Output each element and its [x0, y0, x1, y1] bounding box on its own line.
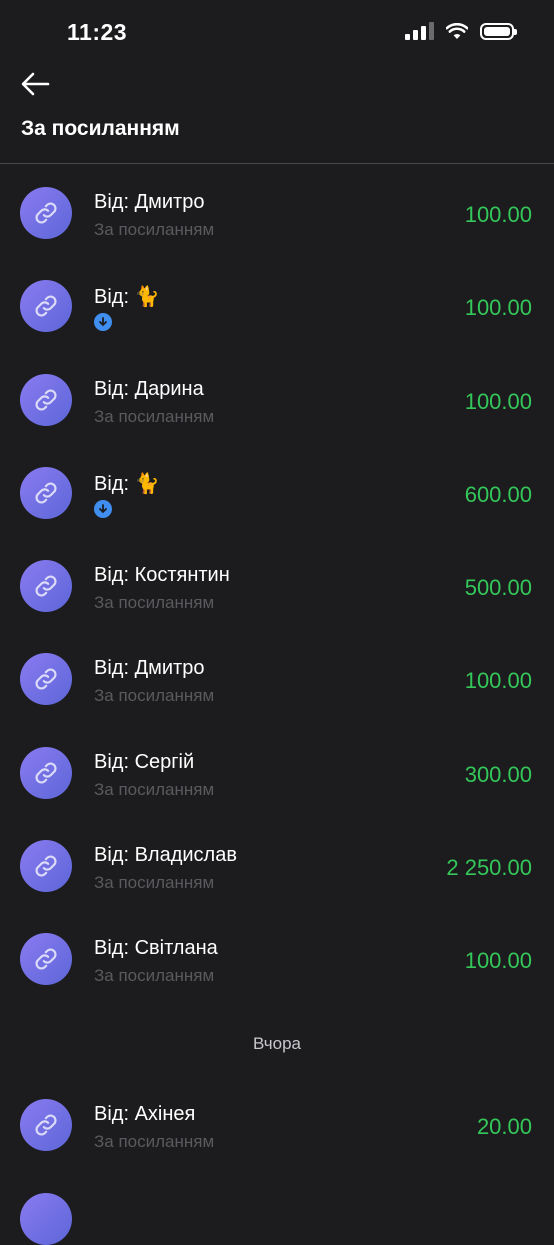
link-avatar: [20, 653, 72, 706]
download-badge-icon: [94, 313, 112, 332]
page-title: За посиланням: [21, 117, 180, 140]
sender-name: Від: Світлана: [94, 937, 218, 960]
transaction-row[interactable]: Від: Владислав За посиланням 2 250.00: [0, 819, 554, 912]
link-avatar: [20, 1193, 72, 1245]
sender-name: Від: 🐈: [94, 472, 160, 495]
link-icon: [35, 295, 57, 317]
transaction-type: За посиланням: [94, 593, 215, 613]
link-avatar: [20, 1098, 72, 1151]
transaction-amount: 100.00: [464, 202, 532, 227]
status-icons: [405, 22, 517, 40]
sender-name: Від: 🐈: [94, 286, 160, 309]
battery-icon: [480, 22, 517, 40]
transaction-amount: 500.00: [464, 575, 532, 601]
transaction-type: За посиланням: [94, 966, 215, 986]
transaction-row[interactable]: Від: Дмитро За посиланням 100.00: [0, 632, 554, 725]
link-avatar: [20, 373, 72, 426]
transaction-type: За посиланням: [94, 779, 215, 799]
status-time: 11:23: [67, 19, 128, 45]
link-icon: [35, 948, 57, 970]
date-separator: Вчора: [0, 1006, 554, 1078]
transaction-type: За посиланням: [94, 406, 215, 426]
link-avatar: [20, 840, 72, 893]
transaction-type: За посиланням: [94, 686, 215, 706]
transaction-row[interactable]: Від: Сергій За посиланням 300.00: [0, 726, 554, 819]
sender-name: Від: Владислав: [94, 844, 237, 867]
link-avatar: [20, 466, 72, 519]
transaction-row[interactable]: Від: Костянтин За посиланням 500.00: [0, 539, 554, 632]
transaction-type: За посиланням: [94, 873, 215, 893]
link-avatar: [20, 746, 72, 799]
sender-name: Від: Костянтин: [94, 564, 230, 587]
date-separator-label: Вчора: [253, 1033, 301, 1053]
transaction-amount: 100.00: [464, 388, 532, 414]
transaction-row[interactable]: Від: 🐈 100.00: [0, 259, 554, 352]
header-divider: [0, 163, 554, 164]
transaction-list: Від: Дмитро За посиланням 100.00 Від: 🐈 …: [0, 166, 554, 1171]
back-button[interactable]: [20, 70, 54, 100]
sender-name: Від: Ахінея: [94, 1102, 196, 1125]
sender-name: Від: Дарина: [94, 377, 204, 400]
download-badge-icon: [94, 499, 112, 518]
transaction-row[interactable]: Від: Дмитро За посиланням 100.00: [0, 166, 554, 259]
link-icon: [35, 202, 57, 224]
transaction-row[interactable]: Від: Дарина За посиланням 100.00: [0, 353, 554, 446]
link-icon: [35, 668, 57, 690]
transaction-row[interactable]: Від: 🐈 600.00: [0, 446, 554, 539]
sender-name: Від: Дмитро: [94, 191, 205, 213]
transaction-type: За посиланням: [94, 1131, 215, 1151]
transaction-amount: 100.00: [464, 948, 532, 974]
transaction-amount: 100.00: [464, 295, 532, 321]
link-avatar: [20, 187, 72, 239]
link-avatar: [20, 280, 72, 333]
transaction-row[interactable]: Від: Світлана За посиланням 100.00: [0, 912, 554, 1005]
transaction-type: За посиланням: [94, 220, 215, 239]
wifi-icon: [446, 22, 468, 39]
sender-name: Від: Сергій: [94, 750, 195, 773]
transaction-amount: 20.00: [476, 1113, 532, 1139]
transaction-amount: 600.00: [464, 481, 532, 507]
sender-name: Від: Дмитро: [94, 657, 205, 680]
link-icon: [35, 1114, 57, 1136]
status-bar: 11:23: [0, 0, 554, 64]
transaction-amount: 300.00: [464, 761, 532, 787]
link-icon: [35, 482, 57, 504]
transaction-row[interactable]: Від: Ахінея За посиланням 20.00: [0, 1078, 554, 1171]
cellular-signal-icon: [405, 22, 434, 40]
link-icon: [35, 575, 57, 597]
link-avatar: [20, 933, 72, 986]
transaction-amount: 100.00: [464, 668, 532, 694]
arrow-left-icon: [21, 72, 50, 96]
link-icon: [35, 855, 57, 877]
link-avatar: [20, 560, 72, 613]
transaction-amount: 2 250.00: [446, 855, 532, 881]
link-icon: [35, 762, 57, 784]
link-icon: [35, 389, 57, 411]
